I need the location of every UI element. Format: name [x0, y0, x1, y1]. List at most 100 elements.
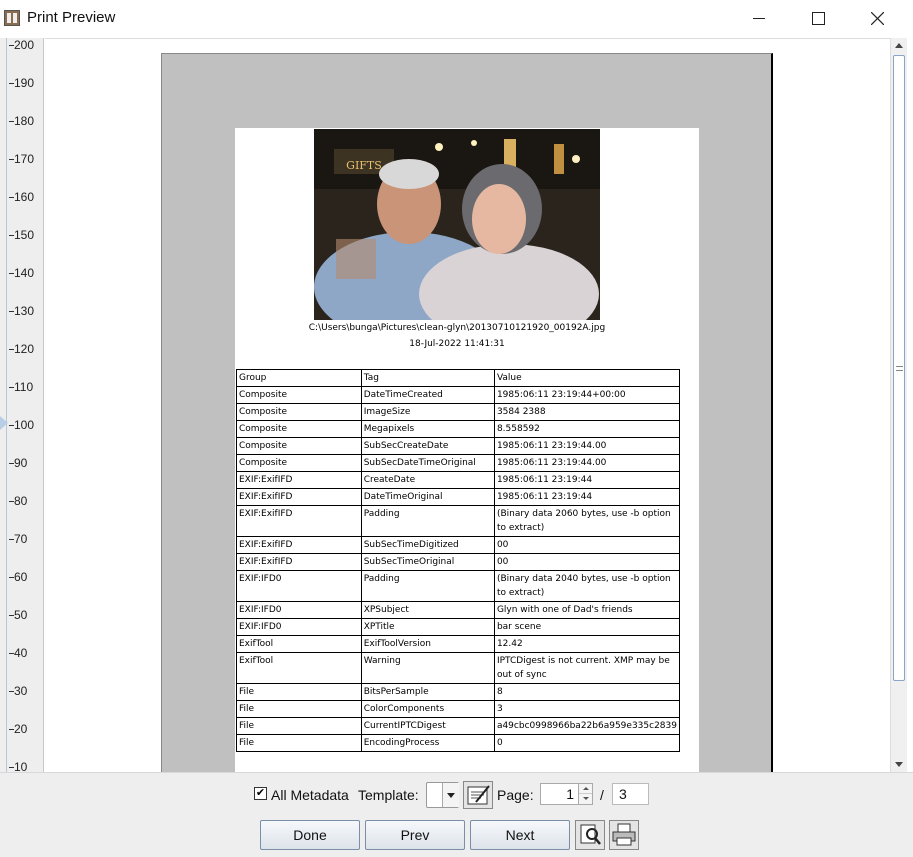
window-title: Print Preview	[27, 9, 116, 26]
cell-tag: CreateDate	[360, 471, 495, 489]
cell-group: ExifTool	[236, 635, 362, 653]
cell-group: Composite	[236, 437, 362, 455]
print-date: 18-Jul-2022 11:41:31	[409, 339, 505, 349]
file-path: C:\Users\bunga\Pictures\clean-glyn\20130…	[308, 323, 606, 333]
page-up-arrow[interactable]	[579, 784, 592, 794]
window-edge	[908, 38, 913, 772]
cell-value: 00	[493, 553, 681, 571]
table-row: Composite DateTimeCreated 1985:06:11 23:19…	[236, 386, 681, 404]
cell-tag: ColorComponents	[360, 700, 495, 718]
page-setup-icon	[580, 824, 601, 845]
cell-group: Composite	[236, 386, 362, 404]
ruler-tick: 120	[8, 342, 35, 356]
cell-group: ExifTool	[236, 652, 362, 684]
preview-viewport[interactable]: GIFTS C:\Users\bunga\Pictures\clean-glyn…	[45, 38, 890, 772]
cell-group: File	[236, 734, 362, 752]
print-button[interactable]	[609, 820, 639, 850]
table-row: EXIF:IFD0 XPSubject Glyn with one of Dad's…	[236, 601, 681, 619]
ruler-tick: 140	[8, 266, 35, 280]
page-setup-button[interactable]	[575, 820, 605, 850]
app-icon	[4, 10, 20, 26]
cell-tag: XPTitle	[360, 618, 495, 636]
gifts-sign: GIFTS	[346, 159, 382, 172]
cell-group: EXIF:IFD0	[236, 601, 362, 619]
cell-tag: Warning	[360, 652, 495, 684]
cell-tag: XPSubject	[360, 601, 495, 619]
template-label: Template:	[358, 787, 419, 803]
maximize-button[interactable]	[789, 0, 847, 37]
ruler-tick: 20	[8, 722, 28, 736]
ruler-tick: 170	[8, 152, 35, 166]
cell-tag: Megapixels	[360, 420, 495, 438]
cell-group: File	[236, 717, 362, 735]
close-button[interactable]	[848, 0, 906, 37]
cell-group: EXIF:ExifIFD	[236, 471, 362, 489]
vertical-scrollbar[interactable]	[890, 38, 907, 772]
cell-tag: ImageSize	[360, 403, 495, 421]
table-row: EXIF:ExifIFD SubSecTimeDigitized 00	[236, 536, 681, 554]
cell-group: Composite	[236, 403, 362, 421]
cell-value: Glyn with one of Dad's friends	[493, 601, 681, 619]
ruler-tick: 80	[8, 494, 28, 508]
ruler-tick: 50	[8, 608, 28, 622]
cell-tag: Padding	[360, 570, 495, 602]
all-metadata-label[interactable]: All Metadata	[271, 787, 349, 803]
cell-value: (Binary data 2040 bytes, use -b option t…	[493, 570, 681, 602]
cell-value: 8	[493, 683, 681, 701]
table-row: File CurrentIPTCDigest a49cbc0998966ba22b6…	[236, 717, 681, 735]
column-header-value: Value	[493, 369, 681, 387]
cell-tag: BitsPerSample	[360, 683, 495, 701]
table-row: ExifTool ExifToolVersion 12.42	[236, 635, 681, 653]
cell-tag: SubSecTimeOriginal	[360, 553, 495, 571]
control-bar: ✔ All Metadata Template: Page: 1 / 3 Don…	[0, 772, 913, 857]
column-header-group: Group	[236, 369, 362, 387]
cell-tag: SubSecCreateDate	[360, 437, 495, 455]
ruler-tick: 70	[8, 532, 28, 546]
cell-value: 1985:06:11 23:19:44.00	[493, 437, 681, 455]
cell-group: Composite	[236, 420, 362, 438]
cell-value: (Binary data 2060 bytes, use -b option t…	[493, 505, 681, 537]
scroll-up-arrow[interactable]	[891, 38, 907, 54]
prev-button[interactable]: Prev	[365, 820, 465, 850]
cell-tag: SubSecTimeDigitized	[360, 536, 495, 554]
ruler-tick: 180	[8, 114, 35, 128]
page-spinner[interactable]	[578, 783, 593, 805]
cell-group: EXIF:ExifIFD	[236, 505, 362, 537]
cell-value: 3584 2388	[493, 403, 681, 421]
page-label: Page:	[497, 787, 534, 803]
ruler-tick: 40	[8, 646, 28, 660]
cell-tag: DateTimeCreated	[360, 386, 495, 404]
page-separator: /	[600, 787, 604, 803]
ruler-position-marker	[0, 416, 8, 430]
page-down-arrow[interactable]	[579, 794, 592, 804]
ruler-tick: 60	[8, 570, 28, 584]
cell-group: Composite	[236, 454, 362, 472]
table-row: Composite ImageSize 3584 2388	[236, 403, 681, 421]
scroll-thumb[interactable]	[893, 55, 905, 681]
ruler-tick: 130	[8, 304, 35, 318]
scroll-down-arrow[interactable]	[891, 756, 907, 772]
edit-template-button[interactable]	[463, 781, 493, 809]
cell-value: 3	[493, 700, 681, 718]
done-button[interactable]: Done	[260, 820, 360, 850]
cell-group: EXIF:ExifIFD	[236, 488, 362, 506]
table-row: Composite SubSecDateTimeOriginal 1985:06:1…	[236, 454, 681, 472]
cell-group: EXIF:IFD0	[236, 570, 362, 602]
template-dropdown[interactable]	[426, 782, 459, 808]
cell-group: EXIF:IFD0	[236, 618, 362, 636]
next-button[interactable]: Next	[470, 820, 570, 850]
cell-value: 1985:06:11 23:19:44+00:00	[493, 386, 681, 404]
table-row: Composite Megapixels 8.558592	[236, 420, 681, 438]
cell-value: 12.42	[493, 635, 681, 653]
printable-area: GIFTS C:\Users\bunga\Pictures\clean-glyn…	[235, 128, 699, 772]
table-row: EXIF:IFD0 XPTitle bar scene	[236, 618, 681, 636]
minimize-button[interactable]	[730, 0, 788, 37]
cell-value: 1985:06:11 23:19:44	[493, 471, 681, 489]
photo-preview: GIFTS	[314, 129, 600, 320]
ruler-line	[6, 38, 7, 772]
chevron-down-icon[interactable]	[442, 783, 459, 807]
cell-value: 00	[493, 536, 681, 554]
all-metadata-checkbox[interactable]: ✔	[254, 787, 267, 800]
page-number-input[interactable]: 1	[540, 783, 580, 805]
table-row: EXIF:ExifIFD SubSecTimeOriginal 00	[236, 553, 681, 571]
